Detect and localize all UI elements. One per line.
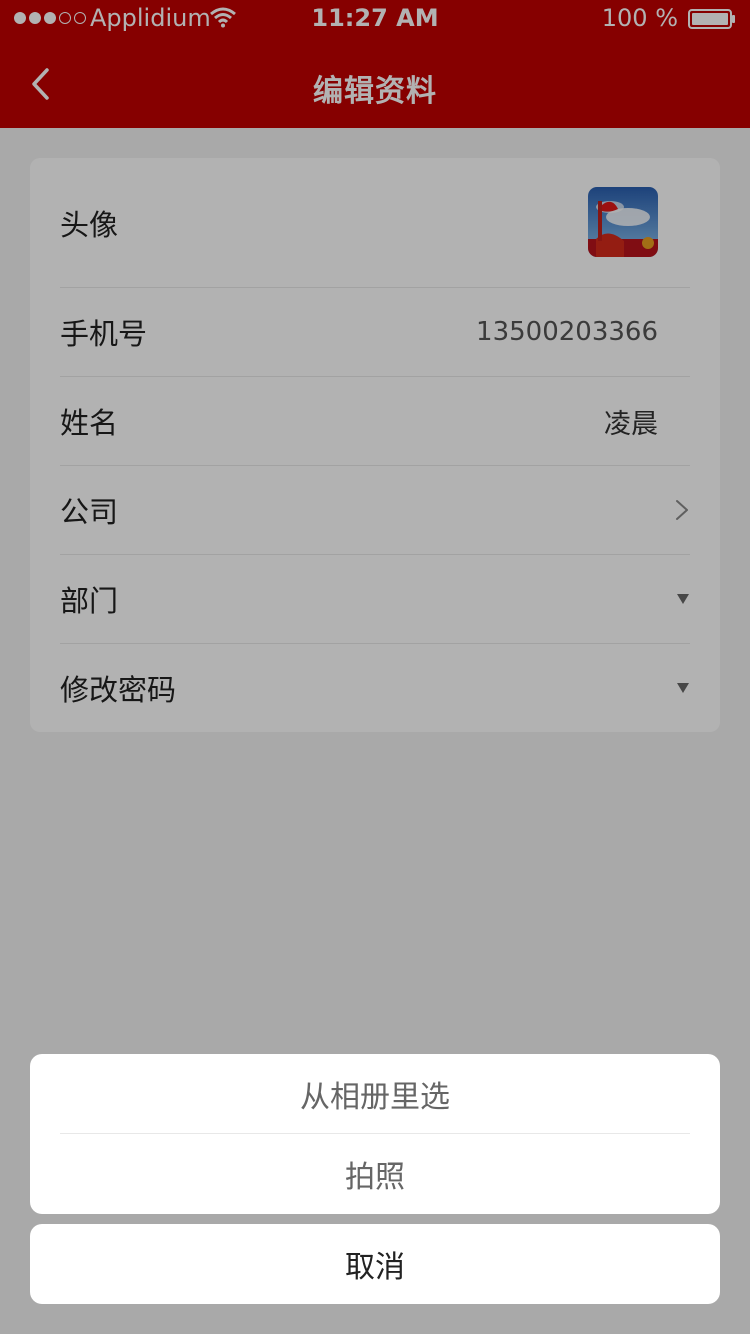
cancel-label: 取消 (345, 1250, 405, 1285)
cancel-button[interactable]: 取消 (30, 1224, 720, 1304)
action-sheet: 从相册里选 拍照 (30, 1054, 720, 1214)
take-photo-button[interactable]: 拍照 (30, 1134, 720, 1214)
take-photo-label: 拍照 (345, 1160, 405, 1195)
edit-profile-screen: Applidium 11:27 AM 100 % 编辑资料 头像 手机号 135… (0, 0, 750, 1334)
choose-from-album-label: 从相册里选 (300, 1080, 450, 1115)
cancel-sheet: 取消 (30, 1224, 720, 1304)
choose-from-album-button[interactable]: 从相册里选 (30, 1054, 720, 1134)
